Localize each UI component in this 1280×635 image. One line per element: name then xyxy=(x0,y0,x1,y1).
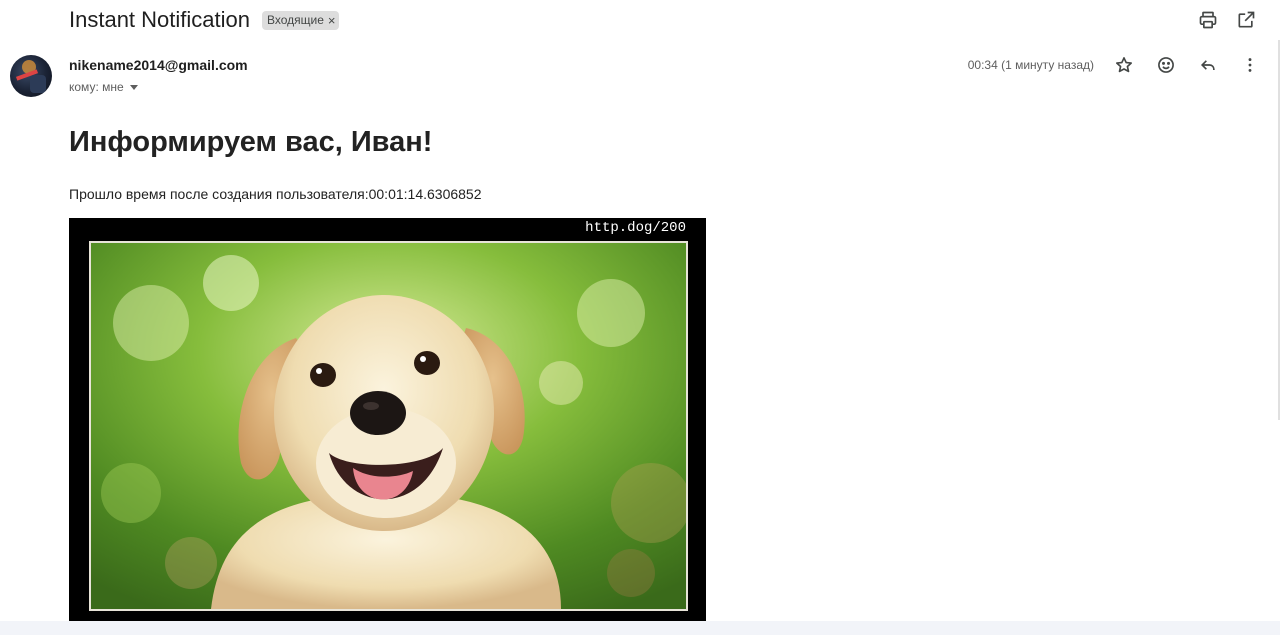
reply-button[interactable] xyxy=(1196,53,1220,77)
message-meta: 00:34 (1 минуту назад) xyxy=(968,52,1262,78)
top-actions xyxy=(1196,8,1258,32)
puppy-photo xyxy=(89,241,688,611)
open-in-new-window-button[interactable] xyxy=(1234,8,1258,32)
image-caption: http.dog/200 xyxy=(585,220,686,236)
reply-icon xyxy=(1200,60,1215,70)
more-vertical-icon xyxy=(1248,58,1252,72)
remove-label-button[interactable]: × xyxy=(328,13,336,28)
recipients-details-toggle[interactable]: кому: мне xyxy=(69,80,138,94)
emoji-icon xyxy=(1158,57,1174,73)
email-subject: Instant Notification xyxy=(69,7,250,32)
print-button[interactable] xyxy=(1196,8,1220,32)
sender-email[interactable]: nikename2014@gmail.com xyxy=(69,57,248,73)
print-icon xyxy=(1199,11,1217,29)
message-time: 00:34 (1 минуту назад) xyxy=(967,58,1094,72)
chevron-down-icon xyxy=(129,84,138,90)
star-button[interactable] xyxy=(1112,53,1136,77)
label-chip-text: Входящие xyxy=(266,12,324,27)
add-reaction-button[interactable] xyxy=(1154,53,1178,77)
email-subject-row: Instant Notification Входящие × xyxy=(69,4,340,36)
bottom-strip xyxy=(0,621,1280,635)
email-body-text: Прошло время после создания пользователя… xyxy=(69,186,482,202)
sender-avatar[interactable] xyxy=(10,55,52,97)
to-line-text: кому: мне xyxy=(69,80,124,94)
email-heading: Информируем вас, Иван! xyxy=(69,126,433,158)
label-chip-inbox[interactable]: Входящие × xyxy=(261,10,340,30)
star-icon xyxy=(1116,57,1132,73)
open-in-new-window-icon xyxy=(1238,11,1255,28)
email-image: http.dog/200 xyxy=(69,218,706,621)
more-options-button[interactable] xyxy=(1238,53,1262,77)
